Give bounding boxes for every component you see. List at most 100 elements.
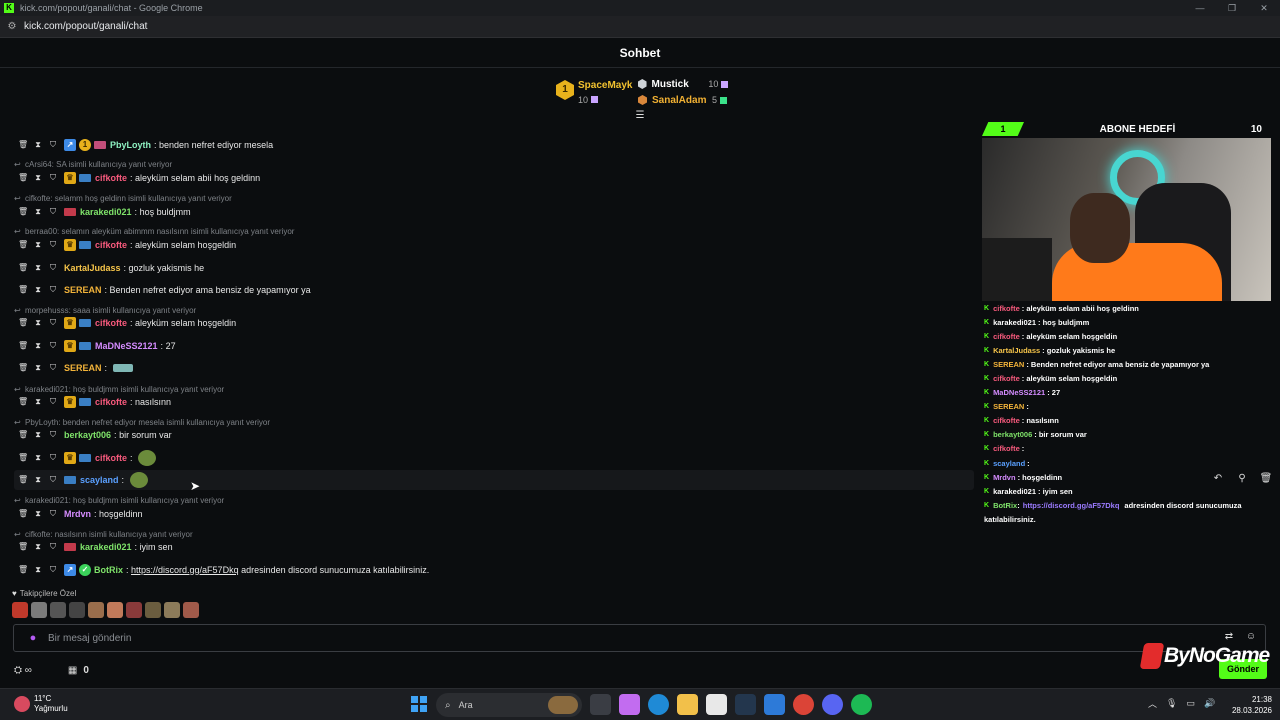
chat-message[interactable]: 🗑 ⧗ ⛉ SEREAN:: [14, 358, 974, 378]
pin-icon[interactable]: ⚲: [1231, 470, 1253, 488]
close-icon[interactable]: ✕: [1248, 0, 1280, 16]
username[interactable]: PbyLoyth: [110, 140, 151, 150]
network-icon[interactable]: ▭: [1186, 698, 1195, 709]
timeout-icon[interactable]: ⧗: [34, 240, 42, 250]
ban-shield-icon[interactable]: ⛉: [49, 207, 57, 217]
delete-icon[interactable]: 🗑: [18, 430, 28, 440]
timeout-icon[interactable]: ⧗: [34, 207, 42, 217]
restore-icon[interactable]: ❐: [1216, 0, 1248, 16]
username[interactable]: scayland: [80, 475, 119, 485]
timeout-icon[interactable]: ⧗: [34, 475, 42, 485]
chat-message[interactable]: 🗑 ⧗ ⛉ Mrdvn: hoşgeldinn: [14, 504, 974, 524]
delete-icon[interactable]: 🗑: [18, 565, 28, 575]
emote-icon[interactable]: [145, 602, 161, 618]
gift-box-icon[interactable]: ▦: [68, 665, 77, 676]
username[interactable]: karakedi021: [80, 207, 132, 217]
timeout-icon[interactable]: ⧗: [34, 430, 42, 440]
emote-icon[interactable]: [69, 602, 85, 618]
delete-icon[interactable]: 🗑: [18, 207, 28, 217]
task-view-icon[interactable]: [590, 694, 611, 715]
site-info-icon[interactable]: ⚙: [6, 21, 18, 33]
ban-shield-icon[interactable]: ⛉: [49, 285, 57, 295]
copilot-icon[interactable]: [619, 694, 640, 715]
ban-shield-icon[interactable]: ⛉: [49, 509, 57, 519]
emote-icon[interactable]: [183, 602, 199, 618]
ban-shield-icon[interactable]: ⛉: [49, 565, 57, 575]
taskbar-search[interactable]: ⌕ Ara: [436, 693, 582, 717]
timeout-icon[interactable]: ⧗: [34, 263, 42, 273]
chat-message[interactable]: 🗑 ⧗ ⛉ ♛ cifkofte: aleyküm selam hoşgeldin: [14, 235, 974, 255]
microphone-icon[interactable]: ●: [28, 631, 38, 645]
username[interactable]: cifkofte: [95, 453, 127, 463]
delete-icon[interactable]: 🗑: [18, 509, 28, 519]
ban-shield-icon[interactable]: ⛉: [49, 263, 57, 273]
chat-message[interactable]: 🗑 ⧗ ⛉ ↗ ✓ BotRix: https://discord.gg/aF57D…: [14, 560, 974, 580]
emote-icon[interactable]: [12, 602, 28, 618]
url-text[interactable]: kick.com/popout/ganali/chat: [24, 21, 147, 32]
leaderboard-row[interactable]: SanalAdam 5: [638, 93, 728, 107]
volume-icon[interactable]: 🔊: [1204, 698, 1215, 709]
username[interactable]: Mrdvn: [64, 509, 91, 519]
username[interactable]: berkayt006: [64, 430, 111, 440]
ban-shield-icon[interactable]: ⛉: [49, 453, 57, 463]
mail-icon[interactable]: [764, 694, 785, 715]
chat-message[interactable]: 🗑 ⧗ ⛉ KartalJudass: gozluk yakismis he: [14, 258, 974, 278]
tray-chevron-icon[interactable]: ︿: [1148, 697, 1157, 710]
emote-icon[interactable]: [126, 602, 142, 618]
timeout-icon[interactable]: ⧗: [34, 140, 42, 150]
timeout-icon[interactable]: ⧗: [34, 453, 42, 463]
file-explorer-icon[interactable]: [677, 694, 698, 715]
delete-icon[interactable]: 🗑: [18, 397, 28, 407]
ban-shield-icon[interactable]: ⛉: [49, 341, 57, 351]
chat-message[interactable]: 🗑 ⧗ ⛉ ♛ cifkofte: aleyküm selam abii hoş g…: [14, 168, 974, 188]
timeout-icon[interactable]: ⧗: [34, 318, 42, 328]
infinity-icon[interactable]: ⛭ ∞: [14, 665, 32, 676]
discord-icon[interactable]: [822, 694, 843, 715]
chat-message[interactable]: 🗑 ⧗ ⛉ berkayt006: bir sorum var: [14, 425, 974, 445]
spotify-icon[interactable]: [851, 694, 872, 715]
store-icon[interactable]: [706, 694, 727, 715]
trash-icon[interactable]: 🗑: [1255, 470, 1277, 488]
message-input-box[interactable]: ● ⇄ ☺: [13, 624, 1266, 652]
chat-message[interactable]: 🗑 ⧗ ⛉ ↗ 1 PbyLoyth: benden nefret ediyor m…: [14, 135, 974, 155]
ban-shield-icon[interactable]: ⛉: [49, 140, 57, 150]
leaderboard-row[interactable]: Mustick 10: [638, 77, 728, 91]
minimize-icon[interactable]: —: [1184, 0, 1216, 16]
ban-shield-icon[interactable]: ⛉: [49, 542, 57, 552]
chrome-icon[interactable]: [793, 694, 814, 715]
username[interactable]: cifkofte: [95, 240, 127, 250]
emote-icon[interactable]: [31, 602, 47, 618]
emote-icon[interactable]: [88, 602, 104, 618]
chat-message[interactable]: 🗑 ⧗ ⛉ karakedi021: iyim sen: [14, 537, 974, 557]
reply-icon[interactable]: ↶: [1207, 470, 1229, 488]
weather-widget[interactable]: 11°C Yağmurlu: [14, 694, 68, 714]
username[interactable]: SEREAN: [64, 285, 102, 295]
discord-link[interactable]: https://discord.gg/aF57Dkq: [131, 565, 239, 575]
timeout-icon[interactable]: ⧗: [34, 173, 42, 183]
chat-message[interactable]: 🗑 ⧗ ⛉ karakedi021: hoş buldjmm: [14, 202, 974, 222]
emote-icon[interactable]: [107, 602, 123, 618]
chat-message[interactable]: 🗑 ⧗ ⛉ ♛ cifkofte: aleyküm selam hoşgeldin: [14, 313, 974, 333]
chat-message-hovered[interactable]: 🗑 ⧗ ⛉ scayland:: [14, 470, 974, 490]
timeout-icon[interactable]: ⧗: [34, 542, 42, 552]
delete-icon[interactable]: 🗑: [18, 341, 28, 351]
username[interactable]: KartalJudass: [64, 263, 121, 273]
username[interactable]: BotRix: [94, 565, 123, 575]
username[interactable]: cifkofte: [95, 397, 127, 407]
chat-message[interactable]: 🗑 ⧗ ⛉ ♛ MaDNeSS2121: 27: [14, 336, 974, 356]
ban-shield-icon[interactable]: ⛉: [49, 240, 57, 250]
username[interactable]: karakedi021: [80, 542, 132, 552]
delete-icon[interactable]: 🗑: [18, 363, 28, 373]
delete-icon[interactable]: 🗑: [18, 263, 28, 273]
expand-chevron-icon[interactable]: ☰: [634, 111, 646, 121]
windows-start-icon[interactable]: [411, 696, 427, 712]
timeout-icon[interactable]: ⧗: [34, 285, 42, 295]
ban-shield-icon[interactable]: ⛉: [49, 318, 57, 328]
steam-icon[interactable]: [735, 694, 756, 715]
timeout-icon[interactable]: ⧗: [34, 509, 42, 519]
username[interactable]: cifkofte: [95, 173, 127, 183]
mic-tray-icon[interactable]: 🎙: [1166, 698, 1177, 709]
ban-shield-icon[interactable]: ⛉: [49, 363, 57, 373]
system-clock[interactable]: 21:38 28.03.2026: [1226, 694, 1272, 716]
chat-message[interactable]: 🗑 ⧗ ⛉ SEREAN: Benden nefret ediyor ama ben…: [14, 280, 974, 300]
